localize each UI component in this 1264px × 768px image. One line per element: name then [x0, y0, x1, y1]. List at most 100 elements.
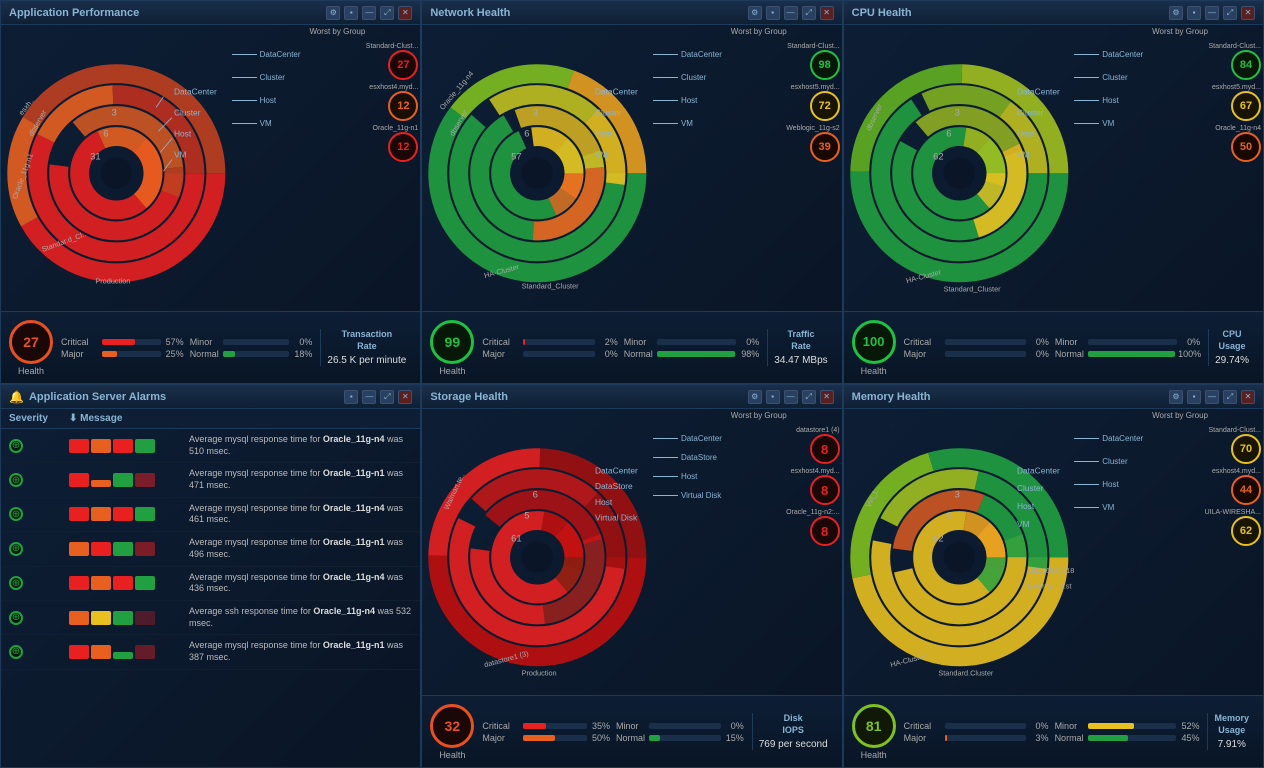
panel-controls-memory: ⚙ ▪ — ⤢ ✕ [1169, 390, 1255, 404]
panel-controls-alarms: ▪ — ⤢ ✕ [344, 390, 412, 404]
minimize-btn-net[interactable]: — [784, 6, 798, 20]
sunburst-app-perf: DataCenter Cluster Host VM 3 6 31 dbserv… [1, 25, 232, 311]
svg-text:DataCenter: DataCenter [1017, 87, 1060, 97]
panel-title-cpu: CPU Health [852, 7, 912, 19]
app-performance-panel: Application Performance ⚙ ▪ — ⤢ ✕ [0, 0, 421, 384]
worst-by-group-label-app: Worst by Group [309, 27, 365, 36]
panel-header-app-perf: Application Performance ⚙ ▪ — ⤢ ✕ [1, 1, 420, 25]
minimize-btn-storage[interactable]: — [784, 390, 798, 404]
svg-text:Cluster: Cluster [1017, 483, 1044, 493]
settings-btn-app-perf[interactable]: ⚙ [326, 6, 340, 20]
alarm-severity-icon: ⊕ [9, 576, 23, 590]
maximize-btn-cpu[interactable]: ⤢ [1223, 6, 1237, 20]
alarm-severity-icon: ⊕ [9, 439, 23, 453]
severity-bar-group [69, 473, 189, 487]
chart-area-app-perf: DataCenter Cluster Host VM 3 6 31 dbserv… [1, 25, 420, 311]
alarm-message: Average mysql response time for Oracle_1… [189, 503, 412, 526]
square-btn-cpu[interactable]: ▪ [1187, 6, 1201, 20]
cpu-health-panel: CPU Health ⚙ ▪ — ⤢ ✕ [843, 0, 1264, 384]
health-value-memory: 81 [866, 718, 882, 734]
square-btn-net[interactable]: ▪ [766, 6, 780, 20]
svg-text:DataCenter: DataCenter [595, 465, 638, 475]
alarm-message: Average mysql response time for Oracle_1… [189, 640, 412, 663]
svg-text:62: 62 [933, 151, 943, 162]
panel-title-alarms: Application Server Alarms [29, 391, 166, 403]
alarm-severity-icon: ⊕ [9, 542, 23, 556]
alarm-message: Average mysql response time for Oracle_1… [189, 572, 412, 595]
settings-btn-cpu[interactable]: ⚙ [1169, 6, 1183, 20]
minimize-btn-alarms[interactable]: — [362, 390, 376, 404]
health-value-app: 27 [23, 334, 39, 350]
health-value-net: 99 [445, 334, 461, 350]
panel-header-cpu: CPU Health ⚙ ▪ — ⤢ ✕ [844, 1, 1263, 25]
minimize-btn-app-perf[interactable]: — [362, 6, 376, 20]
alarm-row: ⊕ Average mysql response time for Oracle… [1, 429, 420, 463]
close-btn-app-perf[interactable]: ✕ [398, 6, 412, 20]
settings-btn-storage[interactable]: ⚙ [748, 390, 762, 404]
square-btn-alarms[interactable]: ▪ [344, 390, 358, 404]
svg-text:VM: VM [1017, 150, 1030, 160]
svg-text:192.168.0.218: 192.168.0.218 [1027, 566, 1074, 575]
stats-bar-cpu: 100 Health Critical0% Minor0% Major0% No… [844, 311, 1263, 383]
maximize-btn-alarms[interactable]: ⤢ [380, 390, 394, 404]
close-btn-alarms[interactable]: ✕ [398, 390, 412, 404]
close-btn-memory[interactable]: ✕ [1241, 390, 1255, 404]
worst-items-net: Standard-Clust... 98 esxhost5.myd... 72 … [786, 43, 839, 162]
settings-btn-net[interactable]: ⚙ [748, 6, 762, 20]
close-btn-net[interactable]: ✕ [820, 6, 834, 20]
close-btn-storage[interactable]: ✕ [820, 390, 834, 404]
sunburst-cpu: DataCenter Cluster Host VM 3 6 62 dbserv… [844, 25, 1075, 311]
svg-text:DataCenter: DataCenter [174, 87, 217, 97]
alarm-row: ⊕ Average mysql response time for Oracle… [1, 498, 420, 532]
square-btn-app-perf[interactable]: ▪ [344, 6, 358, 20]
worst-items-app: Standard-Clust... 27 esxhost4.myd... 12 … [366, 43, 419, 162]
metric-title-storage: DiskIOPS [759, 713, 828, 736]
square-btn-storage[interactable]: ▪ [766, 390, 780, 404]
settings-btn-memory[interactable]: ⚙ [1169, 390, 1183, 404]
svg-text:61: 61 [511, 533, 521, 544]
health-label-app: Health [9, 366, 53, 376]
health-label-net: Health [430, 366, 474, 376]
severity-bar-group [69, 542, 189, 556]
maximize-btn-net[interactable]: ⤢ [802, 6, 816, 20]
storage-health-panel: Storage Health ⚙ ▪ — ⤢ ✕ [421, 384, 842, 768]
sunburst-memory: DataCenter Cluster Host VM 3 6 62 Virt_L… [844, 409, 1075, 695]
panel-title-app-perf: Application Performance [9, 7, 139, 19]
alarm-message: Average mysql response time for Oracle_1… [189, 468, 412, 491]
maximize-btn-app-perf[interactable]: ⤢ [380, 6, 394, 20]
chart-area-storage: DataCenter DataStore Host Virtual Disk 6… [422, 409, 841, 695]
minimize-btn-cpu[interactable]: — [1205, 6, 1219, 20]
app-alarms-panel: 🔔 Application Server Alarms ▪ — ⤢ ✕ Seve… [0, 384, 421, 768]
svg-text:31: 31 [90, 151, 100, 162]
svg-text:Host: Host [174, 129, 192, 139]
metric-value-storage: 769 per second [759, 739, 828, 750]
metric-value-net: 34.47 MBps [774, 355, 827, 366]
health-label-cpu: Health [852, 366, 896, 376]
svg-text:Standard_Cluster: Standard_Cluster [522, 282, 580, 291]
health-value-cpu: 100 [863, 334, 885, 349]
maximize-btn-memory[interactable]: ⤢ [1223, 390, 1237, 404]
svg-text:DataCenter: DataCenter [1017, 465, 1060, 475]
worst-by-group-label-net: Worst by Group [731, 27, 787, 36]
square-btn-memory[interactable]: ▪ [1187, 390, 1201, 404]
svg-text:3: 3 [954, 107, 959, 118]
close-btn-cpu[interactable]: ✕ [1241, 6, 1255, 20]
sunburst-storage: DataCenter DataStore Host Virtual Disk 6… [422, 409, 653, 695]
svg-text:3: 3 [954, 488, 959, 499]
alarm-table-header: Severity ⬇ Message [1, 409, 420, 429]
minimize-btn-memory[interactable]: — [1205, 390, 1219, 404]
health-label-memory: Health [852, 750, 896, 760]
maximize-btn-storage[interactable]: ⤢ [802, 390, 816, 404]
bell-icon: 🔔 [9, 390, 24, 404]
alarm-rows-container: ⊕ Average mysql response time for Oracle… [1, 429, 420, 767]
alarm-row: ⊕ Average mysql response time for Oracle… [1, 567, 420, 601]
panel-controls-storage: ⚙ ▪ — ⤢ ✕ [748, 390, 834, 404]
memory-health-panel: Memory Health ⚙ ▪ — ⤢ ✕ [843, 384, 1264, 768]
alarm-row: ⊕ Average ssh response time for Oracle_1… [1, 601, 420, 635]
svg-text:HA-Cluster: HA-Cluster [889, 651, 926, 669]
svg-text:Host: Host [595, 129, 613, 139]
svg-text:6: 6 [103, 128, 108, 139]
chart-area-cpu: DataCenter Cluster Host VM 3 6 62 dbserv… [844, 25, 1263, 311]
network-health-panel: Network Health ⚙ ▪ — ⤢ ✕ [421, 0, 842, 384]
sunburst-net: DataCenter Cluster Host VM 3 6 57 dbserv… [422, 25, 653, 311]
